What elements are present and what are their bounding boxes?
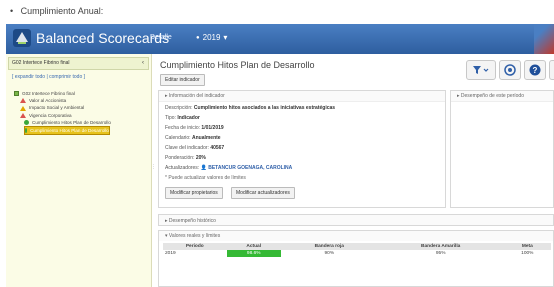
- collapse-arrow-icon[interactable]: ‹: [142, 60, 144, 66]
- info-description: Descripción: Cumplimiento hitos asociado…: [165, 105, 335, 111]
- package-icon: [14, 91, 19, 97]
- tree-item-label: Cumplimiento Hitos Plan de Desarrollo: [30, 128, 109, 134]
- info-value: Indicador: [177, 115, 200, 121]
- info-label: Fecha de inicio:: [165, 125, 201, 131]
- warning-red-icon: [20, 112, 26, 118]
- check-circle-icon: [24, 119, 29, 125]
- target-icon[interactable]: [499, 60, 521, 80]
- expand-collapse-links[interactable]: [ expandir todo | comprimir todo ]: [12, 74, 85, 80]
- values-panel-heading[interactable]: ▾ Valores reales y límites: [159, 231, 553, 241]
- column-header: Meta: [503, 243, 551, 250]
- period-cell: 2019: [165, 251, 176, 256]
- info-label: Calendario:: [165, 135, 191, 141]
- table-row: 2019 98.6% 90% 95% 100%: [163, 250, 551, 257]
- info-label: Descripción:: [165, 105, 193, 111]
- scorecard-selector[interactable]: G02 Intertece Fibrino final ‹: [8, 57, 149, 70]
- column-header: Periodo: [163, 243, 227, 250]
- column-header: Actual: [226, 243, 281, 250]
- tree-item[interactable]: Valor al Accionista: [10, 97, 150, 104]
- info-value: 1/01/2019: [201, 125, 224, 131]
- updaters-note: * Puede actualizar valores de límites: [165, 175, 246, 181]
- detail-link[interactable]: Detalle: [150, 34, 172, 41]
- warning-yellow-icon: [20, 105, 26, 111]
- tree-item-label: Cumplimiento Hitos Plan de Desarrollo: [32, 119, 111, 125]
- info-label: Tipo:: [165, 115, 176, 121]
- export-icon[interactable]: [549, 60, 554, 80]
- tree-item-label: Valor al Accionista: [29, 98, 67, 104]
- scorecard-selector-label: G02 Intertece Fibrino final: [12, 60, 70, 66]
- info-value: 20%: [195, 155, 206, 161]
- info-value: Anualmente: [191, 135, 221, 141]
- history-panel-heading[interactable]: ▸ Desempeño histórico: [158, 214, 554, 226]
- tree-item[interactable]: Cumplimiento Hitos Plan de Desarrollo: [10, 119, 150, 126]
- yellow-flag-cell: 95%: [435, 251, 446, 256]
- help-icon[interactable]: ?: [524, 60, 546, 80]
- actual-cell[interactable]: 98.6%: [226, 250, 281, 257]
- toolbar: ?: [466, 60, 554, 80]
- year-value: 2019: [202, 33, 221, 42]
- header-corner-decoration: [534, 24, 554, 54]
- tree-item[interactable]: Impacto Social y Ambiental: [10, 104, 150, 111]
- svg-text:?: ?: [533, 66, 538, 75]
- filter-dropdown-icon[interactable]: [466, 60, 496, 80]
- column-header: Bandera Amarilla: [377, 243, 504, 250]
- app-header: Balanced Scorecards Detalle ● 2019 ▾: [6, 24, 554, 54]
- main-content: Cumplimiento Hitos Plan de Desarrollo Ed…: [158, 54, 554, 287]
- caption-text: Cumplimiento Anual:: [20, 6, 104, 16]
- info-weight: Ponderación: 20%: [165, 155, 206, 161]
- info-label: Ponderación:: [165, 155, 195, 161]
- modify-owners-button[interactable]: Modificar propietarios: [165, 187, 223, 199]
- year-dot-icon: ●: [196, 34, 200, 41]
- tree-item[interactable]: Vigencia Corporativa: [10, 112, 150, 119]
- info-label: Actualizadores:: [165, 165, 200, 171]
- tree-item-label: Impacto Social y Ambiental: [29, 105, 85, 111]
- perf-panel-heading[interactable]: ▸ Desempeño de este período: [451, 91, 553, 102]
- target-cell: 100%: [521, 251, 534, 256]
- info-panel-heading[interactable]: ▸ Información del indicador: [159, 91, 445, 102]
- app-window: Balanced Scorecards Detalle ● 2019 ▾ G02…: [6, 24, 554, 287]
- user-icon: 👤: [200, 165, 207, 171]
- edit-indicator-button[interactable]: Editar indicador: [160, 74, 205, 86]
- modify-updaters-button[interactable]: Modificar actualizadores: [231, 187, 295, 199]
- year-selector[interactable]: ● 2019 ▾: [196, 33, 227, 42]
- info-label: Clave del indicador:: [165, 145, 209, 151]
- info-start-date: Fecha de inicio: 1/01/2019: [165, 125, 224, 131]
- year-caret-icon: ▾: [223, 33, 228, 42]
- info-updaters: Actualizadores: 👤 BETANCUR GOENAGA, CARO…: [165, 165, 292, 171]
- info-value: Cumplimiento hitos asociados a las inici…: [193, 105, 336, 111]
- caption-bullet: •: [10, 6, 14, 16]
- updater-user-link[interactable]: BETANCUR GOENAGA, CAROLINA: [208, 165, 292, 171]
- period-performance-panel: ▸ Desempeño de este período: [450, 90, 554, 208]
- page-title: Cumplimiento Hitos Plan de Desarrollo: [160, 60, 315, 70]
- column-header: Bandera roja: [280, 243, 378, 250]
- tree-item-label: G02 Intertece Fibrino final: [22, 91, 75, 96]
- info-key: Clave del indicador: 40567: [165, 145, 224, 151]
- check-circle-icon: [25, 128, 28, 134]
- tree-item-root[interactable]: G02 Intertece Fibrino final: [10, 90, 150, 97]
- info-type: Tipo: Indicador: [165, 115, 200, 121]
- sidebar: G02 Intertece Fibrino final ‹ [ expandir…: [6, 54, 152, 287]
- values-panel: ▾ Valores reales y límites Periodo Actua…: [158, 230, 554, 287]
- splitter-handle[interactable]: ⋮: [151, 164, 156, 170]
- red-flag-cell: 90%: [324, 251, 335, 256]
- caption: • Cumplimiento Anual:: [10, 6, 103, 16]
- indicator-info-panel: ▸ Información del indicador Descripción:…: [158, 90, 446, 208]
- info-value: 40567: [210, 145, 225, 151]
- values-table: Periodo Actual Bandera roja Bandera Amar…: [163, 243, 551, 257]
- tree-item-selected[interactable]: Cumplimiento Hitos Plan de Desarrollo: [24, 126, 110, 136]
- scorecard-tree: G02 Intertece Fibrino final Valor al Acc…: [10, 90, 150, 136]
- scorecard-logo-icon: [13, 29, 31, 47]
- tree-item-label: Vigencia Corporativa: [29, 112, 72, 118]
- table-header-row: Periodo Actual Bandera roja Bandera Amar…: [163, 243, 551, 250]
- info-calendar: Calendario: Anualmente: [165, 135, 221, 141]
- warning-red-icon: [20, 98, 26, 104]
